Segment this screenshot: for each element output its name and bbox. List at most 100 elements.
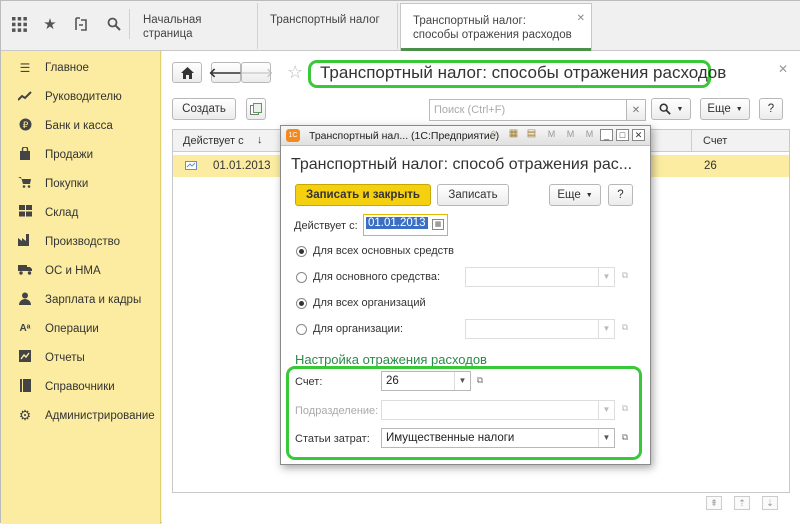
app-window: ★ Начальная страница Транспортный налог … xyxy=(0,0,800,524)
chevron-down-icon[interactable]: ▼ xyxy=(598,268,614,286)
clear-search-icon[interactable]: ✕ xyxy=(626,99,646,121)
sidebar-item-label: Операции xyxy=(45,322,99,335)
organization-select[interactable]: ▼ xyxy=(465,319,615,339)
home-button[interactable] xyxy=(172,62,202,83)
dialog-heading: Транспортный налог: способ отражения рас… xyxy=(291,156,633,173)
row-account: 26 xyxy=(704,160,717,172)
sidebar-item-sales[interactable]: Продажи xyxy=(1,140,161,169)
open-icon[interactable]: ⧉ xyxy=(472,372,488,390)
sidebar-item-label: Производство xyxy=(45,235,120,248)
column-header-account[interactable]: Счет xyxy=(703,135,727,147)
expense-items-label: Статьи затрат: xyxy=(295,433,370,445)
help-button[interactable]: ? xyxy=(608,184,633,206)
ruble-coin-icon: ₽ xyxy=(17,118,33,134)
open-icon[interactable]: ⧉ xyxy=(617,429,633,447)
create-button[interactable]: Создать xyxy=(172,98,236,120)
search-button[interactable]: ▼ xyxy=(651,98,691,120)
sidebar-item-label: Зарплата и кадры xyxy=(45,293,142,306)
maximize-icon[interactable]: □ xyxy=(616,129,629,141)
sidebar-item-administration[interactable]: ⚙ Администрирование xyxy=(1,401,161,430)
expense-items-select[interactable]: Имущественные налоги ▼ xyxy=(381,428,615,448)
chevron-down-icon[interactable]: ▼ xyxy=(598,429,614,447)
sidebar-item-fixed-assets[interactable]: ОС и НМА xyxy=(1,256,161,285)
dialog-window-title: Транспортный нал... (1С:Предприятие) xyxy=(309,130,500,142)
operations-icon: Aᵃ xyxy=(19,323,31,334)
search-icon[interactable] xyxy=(98,9,130,39)
expense-items-value: Имущественные налоги xyxy=(386,432,515,444)
menu-lines-icon: ☰ xyxy=(19,60,31,75)
row-date: 01.01.2013 xyxy=(213,160,271,172)
sidebar-item-production[interactable]: Производство xyxy=(1,227,161,256)
sidebar-item-bank[interactable]: ₽ Банк и касса xyxy=(1,111,161,140)
department-select[interactable]: ▼ xyxy=(381,400,615,420)
app-logo-icon: 1С xyxy=(286,129,300,142)
search-input[interactable]: Поиск (Ctrl+F) xyxy=(429,99,634,121)
radio-all-assets-label: Для всех основных средств xyxy=(313,245,455,257)
memory-m-icon[interactable]: M xyxy=(545,129,558,141)
tab-label: Транспортный налог: способы отражения ра… xyxy=(413,15,572,41)
back-button[interactable]: 🡐 xyxy=(209,62,243,83)
sidebar-item-reports[interactable]: Отчеты xyxy=(1,343,161,372)
account-select[interactable]: 26 ▼ xyxy=(381,371,471,391)
open-icon[interactable]: ⧉ xyxy=(617,267,633,285)
open-icon[interactable]: ⧉ xyxy=(617,319,633,337)
asset-select[interactable]: ▼ xyxy=(465,267,615,287)
sidebar-item-main[interactable]: ☰ Главное xyxy=(1,53,161,82)
apps-grid-icon[interactable] xyxy=(5,9,33,39)
radio-one-org[interactable] xyxy=(296,324,307,335)
sidebar-item-manager[interactable]: Руководителю xyxy=(1,82,161,111)
calculator-icon[interactable]: ▦ xyxy=(507,129,520,141)
sidebar-item-label: Руководителю xyxy=(45,90,122,103)
memory-mminus-icon[interactable]: M xyxy=(583,129,596,141)
memory-mplus-icon[interactable]: M xyxy=(564,129,577,141)
sidebar-item-warehouse[interactable]: Склад xyxy=(1,198,161,227)
dialog-window: 1С Транспортный нал... (1С:Предприятие) … xyxy=(280,125,651,465)
favorite-star-icon[interactable]: ☆ xyxy=(287,62,303,83)
warehouse-icon xyxy=(17,205,33,220)
close-icon[interactable]: ✕ xyxy=(577,12,585,26)
first-page-icon[interactable]: ⇞ xyxy=(706,496,722,510)
chevron-down-icon[interactable]: ▼ xyxy=(454,372,470,390)
help-button[interactable]: ? xyxy=(759,98,783,120)
account-label: Счет: xyxy=(295,376,323,388)
save-and-close-button[interactable]: Записать и закрыть xyxy=(295,184,431,206)
sidebar-item-directories[interactable]: Справочники xyxy=(1,372,161,401)
sidebar-item-label: Главное xyxy=(45,61,89,74)
department-label: Подразделение: xyxy=(295,405,379,417)
sidebar-item-label: ОС и НМА xyxy=(45,264,101,277)
forward-button[interactable]: 🡒 xyxy=(239,62,273,83)
more-button[interactable]: Еще ▼ xyxy=(549,184,601,206)
more-button[interactable]: Еще ▼ xyxy=(700,98,750,120)
minimize-icon[interactable]: _ xyxy=(600,129,613,141)
sidebar-item-purchases[interactable]: Покупки xyxy=(1,169,161,198)
previous-page-icon[interactable]: ⇡ xyxy=(734,496,750,510)
copy-icon xyxy=(250,103,262,115)
save-button[interactable]: Записать xyxy=(437,184,509,206)
radio-all-orgs[interactable] xyxy=(296,298,307,309)
chevron-down-icon[interactable]: ▼ xyxy=(598,320,614,338)
star-icon[interactable]: ★ xyxy=(36,9,64,39)
tab-expense-methods[interactable]: Транспортный налог: способы отражения ра… xyxy=(400,3,592,51)
next-page-icon[interactable]: ⇣ xyxy=(762,496,778,510)
radio-one-asset-label: Для основного средства: xyxy=(313,271,441,283)
account-value: 26 xyxy=(386,375,399,387)
tab-transport-tax[interactable]: Транспортный налог xyxy=(258,3,398,49)
calendar-icon[interactable]: ▤ xyxy=(525,129,538,141)
tab-home[interactable]: Начальная страница xyxy=(131,3,258,49)
history-icon[interactable] xyxy=(67,9,95,39)
copy-button[interactable] xyxy=(246,98,266,120)
close-icon[interactable]: ✕ xyxy=(778,62,788,76)
effective-date-field[interactable]: 01.01.2013 ▦ xyxy=(363,214,448,236)
sidebar-item-salary[interactable]: Зарплата и кадры xyxy=(1,285,161,314)
sidebar-item-operations[interactable]: Aᵃ Операции xyxy=(1,314,161,343)
open-icon[interactable]: ⧉ xyxy=(617,400,633,418)
chevron-down-icon[interactable]: ▼ xyxy=(598,401,614,419)
calendar-icon[interactable]: ▦ xyxy=(432,219,444,230)
radio-all-assets[interactable] xyxy=(296,246,307,257)
bookmark-icon[interactable]: ⌂ xyxy=(487,129,500,141)
radio-one-asset[interactable] xyxy=(296,272,307,283)
shopping-cart-icon xyxy=(17,176,33,191)
close-icon[interactable]: ✕ xyxy=(632,129,645,141)
svg-text:₽: ₽ xyxy=(22,121,28,131)
column-header-date[interactable]: Действует с xyxy=(183,135,244,147)
